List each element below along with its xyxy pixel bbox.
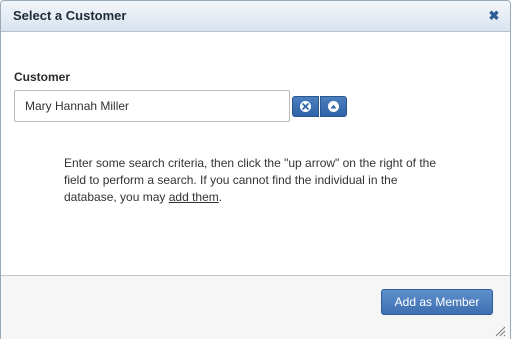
dialog-title: Select a Customer bbox=[13, 8, 127, 23]
customer-label: Customer bbox=[14, 70, 71, 84]
close-icon[interactable]: ✖ bbox=[488, 9, 500, 22]
select-customer-dialog: Select a Customer ✖ Customer Enter some … bbox=[0, 0, 511, 339]
clear-x-icon bbox=[300, 101, 311, 112]
add-them-link[interactable]: add them bbox=[169, 190, 219, 204]
clear-button[interactable] bbox=[292, 96, 319, 117]
dialog-titlebar[interactable]: Select a Customer ✖ bbox=[1, 1, 510, 32]
resize-grip-icon[interactable] bbox=[495, 324, 506, 337]
add-as-member-button[interactable]: Add as Member bbox=[381, 289, 493, 315]
help-text: Enter some search criteria, then click t… bbox=[64, 155, 444, 206]
dialog-footer: Add as Member bbox=[1, 275, 510, 339]
customer-input[interactable] bbox=[14, 90, 290, 122]
search-button[interactable] bbox=[320, 96, 347, 117]
up-arrow-icon bbox=[328, 101, 339, 112]
help-text-suffix: . bbox=[218, 190, 223, 204]
help-text-body: Enter some search criteria, then click t… bbox=[64, 156, 437, 204]
